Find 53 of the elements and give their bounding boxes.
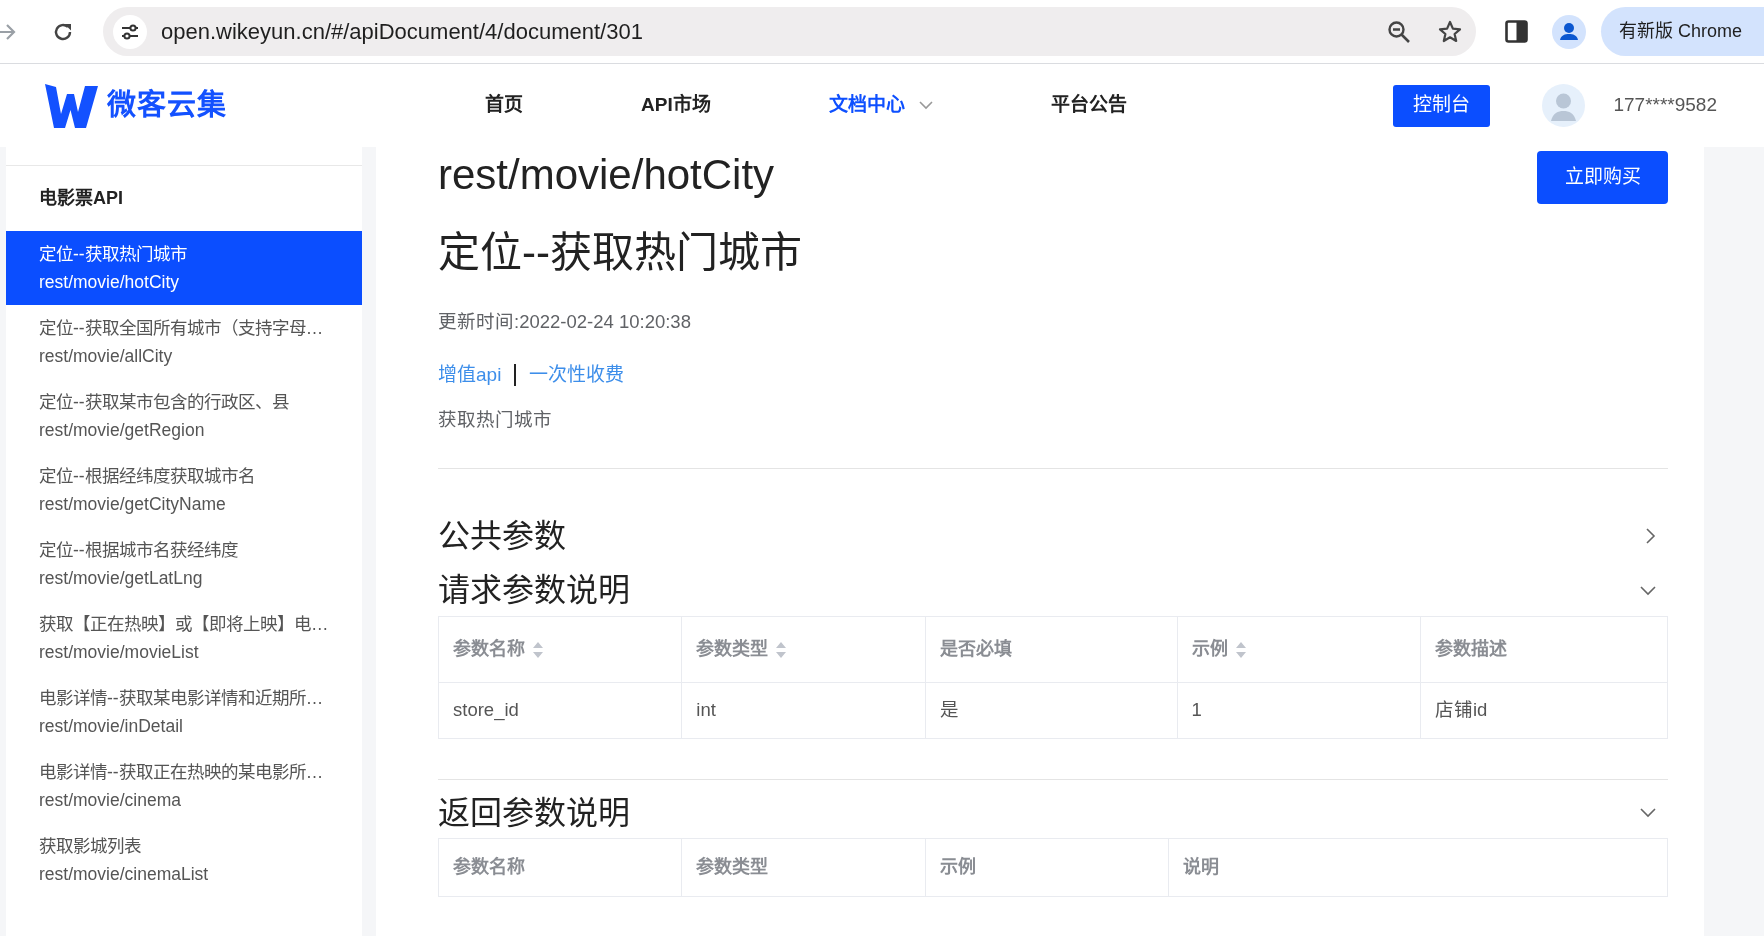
table-cell: int: [681, 682, 926, 739]
api-path-title: rest/movie/hotCity: [438, 151, 775, 199]
column-header: 示例: [1191, 638, 1228, 659]
site-settings-icon[interactable]: [113, 14, 147, 49]
user-phone[interactable]: 177****9582: [1613, 91, 1717, 120]
table-cell: store_id: [438, 682, 682, 739]
update-button[interactable]: 有新版 Chrome: [1601, 7, 1764, 56]
zoom-out-icon[interactable]: [1387, 19, 1411, 44]
column-header: 参数类型: [696, 857, 769, 878]
section-title: 请求参数说明: [438, 571, 630, 610]
chevron-down-icon[interactable]: [918, 101, 933, 110]
forward-icon[interactable]: [0, 22, 17, 41]
update-time: 更新时间:2022-02-24 10:20:38: [438, 310, 692, 334]
table-cell: 店铺id: [1420, 682, 1668, 739]
chevron-down-icon[interactable]: [1640, 585, 1656, 596]
api-title: 定位--获取热门城市: [438, 229, 803, 277]
sidebar-item[interactable]: 定位--获取某市包含的行政区、县 rest/movie/getRegion: [6, 379, 362, 453]
column-header: 参数描述: [1434, 638, 1507, 659]
api-description: 获取热门城市: [438, 408, 553, 432]
side-panel-icon[interactable]: [1505, 20, 1528, 43]
column-header: 示例: [939, 857, 976, 878]
group-title: 电影票API: [38, 187, 124, 210]
logo-icon[interactable]: [45, 83, 98, 128]
console-button[interactable]: 控制台: [1393, 84, 1491, 127]
nav-link[interactable]: 文档中心: [828, 91, 933, 120]
nav-link[interactable]: 平台公告: [1050, 91, 1127, 120]
sidebar-item[interactable]: 定位--获取全国所有城市（支持字母… rest/movie/allCity: [6, 305, 362, 379]
nav-link[interactable]: 首页: [485, 91, 523, 120]
sidebar-item[interactable]: 获取影城列表 rest/movie/cinemaList: [6, 823, 362, 897]
sidebar-item[interactable]: 电影详情--获取正在热映的某电影所… rest/movie/cinema: [6, 749, 362, 823]
column-header: 参数类型: [696, 638, 769, 659]
chevron-down-icon[interactable]: [1640, 807, 1656, 818]
section-title: 返回参数说明: [438, 793, 630, 833]
table-cell: 1: [1177, 682, 1421, 739]
column-header: 参数名称: [453, 857, 525, 878]
address-bar[interactable]: open.wikeyun.cn/#/apiDocument/4/document/301: [103, 7, 1476, 56]
table-cell: 是: [925, 682, 1178, 739]
sidebar-item[interactable]: 获取【正在热映】或【即将上映】电… rest/movie/movieList: [6, 601, 362, 675]
sidebar-item[interactable]: 定位--根据经纬度获取城市名 rest/movie/getCityName: [6, 453, 362, 527]
url-text: open.wikeyun.cn/#/apiDocument/4/document/301: [161, 18, 643, 46]
nav-link[interactable]: API市场: [641, 91, 711, 120]
sidebar-item[interactable]: 定位--根据城市名获经纬度 rest/movie/getLatLng: [6, 527, 362, 601]
buy-button[interactable]: 立即购买: [1537, 151, 1668, 204]
column-header: 说明: [1183, 857, 1219, 878]
chevron-right-icon[interactable]: [1646, 528, 1656, 545]
column-header: 是否必填: [939, 638, 1012, 659]
sidebar-item[interactable]: 电影详情--获取某电影详情和近期所… rest/movie/inDetail: [6, 675, 362, 749]
sidebar-item[interactable]: 定位--获取热门城市 rest/movie/hotCity: [6, 231, 362, 305]
profile-icon[interactable]: [1552, 14, 1586, 49]
section-title: 公共参数: [438, 517, 566, 556]
logo-text[interactable]: 微客云集: [107, 83, 227, 128]
star-icon[interactable]: [1438, 19, 1462, 44]
column-header: 参数名称: [453, 638, 525, 659]
